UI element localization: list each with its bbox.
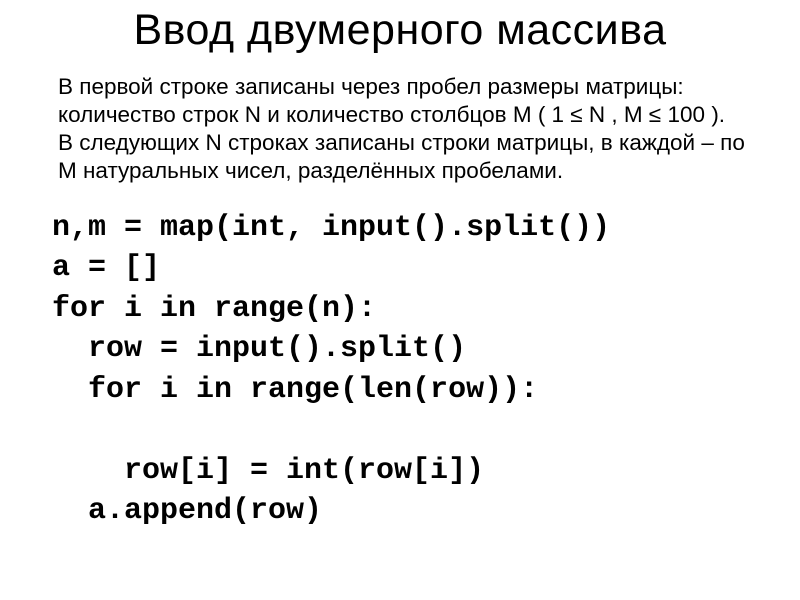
slide-description: В первой строке записаны через пробел ра… xyxy=(50,73,750,186)
slide: Ввод двумерного массива В первой строке … xyxy=(0,0,800,600)
code-block: n,m = map(int, input().split()) a = [] f… xyxy=(50,208,750,532)
slide-title: Ввод двумерного массива xyxy=(50,0,750,73)
